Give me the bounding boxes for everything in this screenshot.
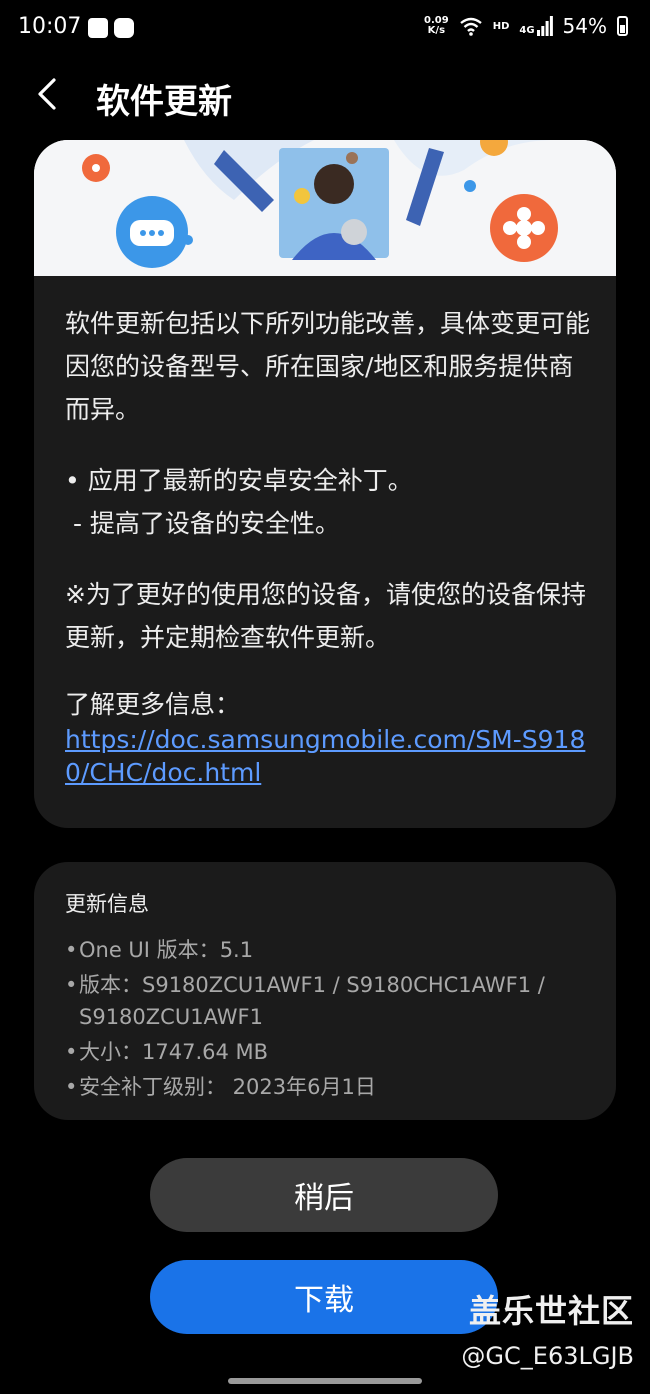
page-title: 软件更新: [96, 82, 232, 122]
community-watermark: 盖乐世社区 @GC_E63LGJB: [461, 1286, 634, 1370]
watermark-site: 盖乐世社区: [468, 1292, 634, 1330]
update-info-card: 更新信息 • One UI 版本：5.1 • 版本：S9180ZCU1AWF1 …: [34, 862, 616, 1120]
status-right-group: 0.09 K/s HD 4G 54%: [424, 14, 628, 38]
info-label: 大小：: [79, 1040, 142, 1064]
update-description: 软件更新包括以下所列功能改善，具体变更可能因您的设备型号、所在国家/地区和服务提…: [65, 302, 595, 789]
checkbox-notification-icon: [88, 18, 108, 38]
back-arrow-icon[interactable]: [32, 72, 72, 116]
wifi-icon: [459, 17, 482, 36]
info-row-oneui-version: • One UI 版本：5.1: [65, 934, 595, 966]
update-info-title: 更新信息: [65, 892, 149, 916]
battery-icon: [617, 16, 628, 36]
info-value: 2023年6月1日: [226, 1075, 376, 1099]
net-speed-unit: K/s: [427, 25, 446, 36]
hd-label: HD: [492, 20, 510, 32]
status-time: 10:07: [18, 14, 82, 39]
more-info-label: 了解更多信息：: [65, 690, 241, 719]
info-label: 安全补丁级别：: [79, 1075, 226, 1099]
info-row-size: • 大小：1747.64 MB: [65, 1036, 595, 1068]
bullet-dot: •: [65, 973, 78, 997]
info-value: 1747.64 MB: [142, 1040, 269, 1064]
download-button[interactable]: 下载: [150, 1260, 498, 1334]
security-patch-subbullet: - 提高了设备的安全性。: [65, 509, 340, 538]
update-notice: ※为了更好的使用您的设备，请使您的设备保持更新，并定期检查软件更新。: [65, 580, 586, 652]
signal-group: 4G: [519, 16, 553, 36]
net-speed: 0.09 K/s: [424, 16, 449, 36]
update-banner-illustration: [34, 140, 616, 276]
info-value: 5.1: [219, 938, 254, 962]
update-notes-card: 软件更新包括以下所列功能改善，具体变更可能因您的设备型号、所在国家/地区和服务提…: [34, 140, 616, 828]
home-indicator[interactable]: [228, 1378, 422, 1384]
bullet-dot: •: [65, 1075, 78, 1099]
battery-percent: 54%: [562, 14, 607, 38]
bullet-dot: •: [65, 1040, 78, 1064]
update-info-list: • One UI 版本：5.1 • 版本：S9180ZCU1AWF1 / S91…: [65, 934, 595, 1106]
info-label: 版本：: [79, 973, 142, 997]
more-info-link[interactable]: https://doc.samsungmobile.com/SM-S9180/C…: [65, 723, 595, 789]
info-label: One UI 版本：: [79, 938, 220, 962]
security-patch-bullet: • 应用了最新的安卓安全补丁。: [65, 466, 413, 495]
info-row-security-patch: • 安全补丁级别： 2023年6月1日: [65, 1071, 595, 1103]
watermark-handle: @GC_E63LGJB: [461, 1342, 634, 1370]
later-button[interactable]: 稍后: [150, 1158, 498, 1232]
bullet-dot: •: [65, 938, 78, 962]
wechat-notification-icon: [114, 18, 134, 38]
description-paragraph: 软件更新包括以下所列功能改善，具体变更可能因您的设备型号、所在国家/地区和服务提…: [65, 309, 591, 424]
signal-icon: [536, 16, 553, 36]
info-value: S9180ZCU1AWF1 / S9180CHC1AWF1 / S9180ZCU…: [79, 973, 545, 1029]
network-type: 4G: [519, 25, 535, 36]
info-row-build-version: • 版本：S9180ZCU1AWF1 / S9180CHC1AWF1 / S91…: [65, 969, 595, 1033]
